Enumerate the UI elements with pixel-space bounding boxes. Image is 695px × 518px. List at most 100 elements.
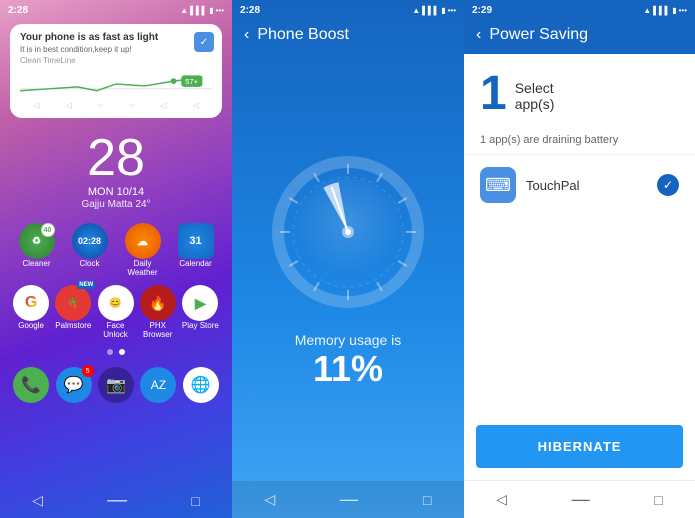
notif-action-4: ○ xyxy=(129,101,134,110)
notif-title: Your phone is as fast as light xyxy=(20,32,212,43)
svg-text:57+: 57+ xyxy=(185,77,199,86)
step-number: 1 xyxy=(480,70,507,118)
play-triangle: ▶ xyxy=(195,295,206,312)
nav-back[interactable]: ◁ xyxy=(32,492,43,509)
power-saving-screen: 2:29 ▲ ▌▌▌ ▮ ••• ‹ Power Saving 1 Select… xyxy=(464,0,695,518)
power-battery-icon: ▮ xyxy=(672,6,676,15)
google-label: Google xyxy=(18,321,44,330)
phone-boost-screen: 2:28 ▲ ▌▌▌ ▮ ••• ‹ Phone Boost xyxy=(232,0,464,518)
boost-nav-recents[interactable]: □ xyxy=(423,492,431,508)
boost-battery-icon: ▮ xyxy=(441,6,445,15)
home-dock: 📞 💬 5 📷 AZ 🌐 xyxy=(0,361,232,409)
palmstore-icon: 🌴 NEW xyxy=(55,285,91,321)
weather-icon: ☁ xyxy=(125,223,161,259)
g-letter: G xyxy=(25,294,37,312)
phx-icon: 🔥 xyxy=(140,285,176,321)
boost-memory-value: 11% xyxy=(295,348,402,390)
app-clock[interactable]: 02:28 Clock xyxy=(72,223,108,277)
nav-home[interactable]: — xyxy=(107,489,127,512)
step-line1: Select xyxy=(515,80,555,96)
home-screen: 2:28 ▲ ▌▌▌ ▮ ••• ✓ Your phone is as fast… xyxy=(0,0,232,518)
power-nav-recents[interactable]: □ xyxy=(654,492,662,508)
page-dots xyxy=(0,349,232,355)
home-location: Gajju Matta 24° xyxy=(0,199,232,210)
power-signal-icon: ▌▌▌ xyxy=(653,6,670,15)
app-face-unlock[interactable]: 😊 FaceUnlock xyxy=(98,285,134,339)
app-weather[interactable]: ☁ DailyWeather xyxy=(125,223,161,277)
boost-back-button[interactable]: ‹ xyxy=(244,26,249,44)
boost-memory-label: Memory usage is xyxy=(295,332,402,348)
home-status-icons: ▲ ▌▌▌ ▮ ••• xyxy=(180,6,224,15)
apps-row-1: ♻ 40 Cleaner 02:28 Clock ☁ DailyWeather … xyxy=(0,215,232,281)
boost-gauge-label: Memory usage is 11% xyxy=(295,332,402,390)
power-wifi-icon: ▲ xyxy=(643,6,651,15)
phx-label: PHXBrowser xyxy=(143,321,172,339)
boost-status-icons: ▲ ▌▌▌ ▮ ••• xyxy=(412,6,456,15)
home-nav-bar: ◁ — □ xyxy=(0,483,232,518)
drain-info: 1 app(s) are draining battery xyxy=(464,126,695,155)
notif-app-icon: ✓ xyxy=(194,32,214,52)
page-dot-2[interactable] xyxy=(119,349,125,355)
boost-signal-icon: ▌▌▌ xyxy=(422,6,439,15)
new-badge: NEW xyxy=(77,281,95,289)
boost-time: 2:28 xyxy=(240,5,260,16)
face-unlock-icon: 😊 xyxy=(98,285,134,321)
home-date-area: 28 MON 10/14 Gajju Matta 24° xyxy=(0,122,232,215)
boost-nav-back[interactable]: ◁ xyxy=(264,491,275,508)
face-unlock-label: FaceUnlock xyxy=(103,321,127,339)
wifi-icon: ▲ xyxy=(180,6,188,15)
battery-icon: ▮ xyxy=(209,6,213,15)
notif-action-2: ◁ xyxy=(66,101,72,110)
power-nav-bar: ◁ — □ xyxy=(464,480,695,518)
power-more-icon: ••• xyxy=(679,6,687,15)
power-status-icons: ▲ ▌▌▌ ▮ ••• xyxy=(643,6,687,15)
power-time: 2:29 xyxy=(472,5,492,16)
app-cleaner[interactable]: ♻ 40 Cleaner xyxy=(19,223,55,277)
hibernate-button[interactable]: HIBERNATE xyxy=(476,425,683,468)
status-bar-home: 2:28 ▲ ▌▌▌ ▮ ••• xyxy=(0,0,232,20)
boost-gauge-area: Memory usage is 11% xyxy=(232,50,464,481)
app-phx[interactable]: 🔥 PHXBrowser xyxy=(140,285,176,339)
playstore-label: Play Store xyxy=(182,321,219,330)
app-list-item-touchpal[interactable]: ⌨ TouchPal ✓ xyxy=(464,159,695,211)
drain-text: 1 app(s) are draining battery xyxy=(480,134,618,146)
dock-translate[interactable]: AZ xyxy=(140,367,176,403)
app-palmstore[interactable]: 🌴 NEW Palmstore xyxy=(55,285,91,339)
boost-gauge xyxy=(268,152,428,312)
boost-nav-home[interactable]: — xyxy=(340,489,358,510)
touchpal-icon: ⌨ xyxy=(480,167,516,203)
signal-icon: ▌▌▌ xyxy=(190,6,207,15)
dock-camera[interactable]: 📷 xyxy=(98,367,134,403)
dock-chrome[interactable]: 🌐 xyxy=(183,367,219,403)
dock-messages[interactable]: 💬 5 xyxy=(56,367,92,403)
home-date-num: 28 xyxy=(0,132,232,184)
app-google[interactable]: G Google xyxy=(13,285,49,339)
more-icon: ••• xyxy=(216,6,224,15)
boost-status-bar: 2:28 ▲ ▌▌▌ ▮ ••• xyxy=(232,0,464,20)
power-spacer xyxy=(464,211,695,413)
notification-card[interactable]: ✓ Your phone is as fast as light It is i… xyxy=(10,24,222,118)
app-calendar[interactable]: 31 Calendar xyxy=(178,223,214,277)
power-header: ‹ Power Saving xyxy=(464,20,695,54)
notif-chart: 57+ xyxy=(20,69,212,99)
calendar-icon: 31 xyxy=(178,223,214,259)
calendar-label: Calendar xyxy=(179,259,211,268)
app-playstore[interactable]: ▶ Play Store xyxy=(182,285,219,339)
boost-nav-bar: ◁ — □ xyxy=(232,481,464,518)
notif-action-1: ◁ xyxy=(33,101,39,110)
power-status-bar: 2:29 ▲ ▌▌▌ ▮ ••• xyxy=(464,0,695,20)
home-day-line: MON 10/14 xyxy=(0,186,232,198)
dock-phone[interactable]: 📞 xyxy=(13,367,49,403)
power-nav-home[interactable]: — xyxy=(572,489,590,510)
boost-more-icon: ••• xyxy=(448,6,456,15)
nav-recents[interactable]: □ xyxy=(191,493,199,509)
page-dot-1[interactable] xyxy=(107,349,113,355)
power-nav-back[interactable]: ◁ xyxy=(496,491,507,508)
clock-label: Clock xyxy=(79,259,99,268)
power-title: Power Saving xyxy=(489,26,588,44)
notif-action-5: ◁ xyxy=(160,101,166,110)
power-back-button[interactable]: ‹ xyxy=(476,26,481,44)
touchpal-checkbox[interactable]: ✓ xyxy=(657,174,679,196)
cleaner-icon: ♻ 40 xyxy=(19,223,55,259)
apps-row-2: G Google 🌴 NEW Palmstore 😊 FaceUnlock 🔥 … xyxy=(0,281,232,343)
